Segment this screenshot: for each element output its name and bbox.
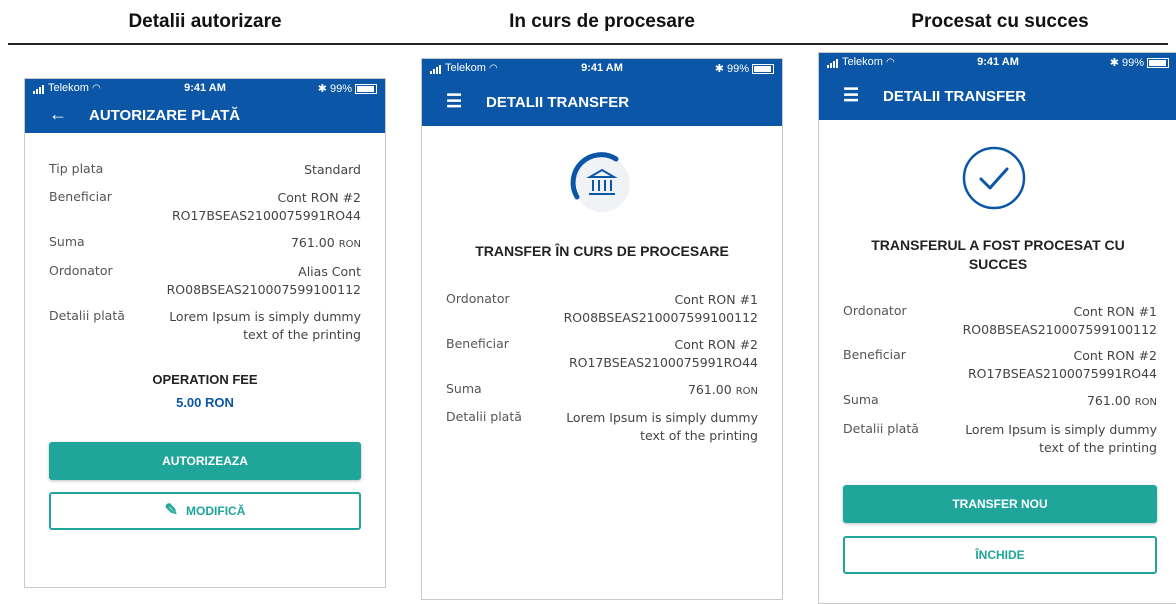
value-details-line1: Lorem Ipsum is simply dummy (965, 422, 1157, 437)
app-bar: ☰ DETALII TRANSFER (819, 72, 1176, 120)
battery-label: 99% (329, 83, 352, 95)
check-circle-icon (962, 146, 1026, 210)
value-ordonator-alias: Alias Cont (298, 264, 361, 279)
currency: RON (1134, 397, 1157, 408)
column-title-processing: In curs de procesare (509, 11, 695, 32)
currency: RON (735, 386, 758, 397)
label-suma: Suma (49, 234, 85, 249)
value-beneficiar-account: Cont RON #2 (277, 190, 361, 205)
bluetooth-icon: ✱ (714, 63, 724, 75)
label-details: Detalii plată (446, 409, 522, 424)
label-suma: Suma (843, 392, 879, 407)
success-heading: TRANSFERUL A FOST PROCESAT CU SUCCES (819, 236, 1176, 274)
processing-heading: TRANSFER ÎN CURS DE PROCESARE (475, 243, 729, 259)
value-ordonator-account: Cont RON #1 (674, 292, 758, 307)
phone-success: Telekom ◠ 9:41 AM ✱ 99% ☰ DETALII TRANSFE… (818, 52, 1176, 604)
value-details-line1: Lorem Ipsum is simply dummy (566, 410, 758, 425)
header-divider (8, 43, 1168, 45)
value-tip: Standard (304, 162, 361, 177)
battery-icon (355, 84, 377, 95)
arrow-left-icon[interactable]: ← (49, 104, 67, 125)
hamburger-menu-icon[interactable]: ☰ (843, 85, 859, 106)
status-bar: Telekom ◠ 9:41 AM ✱ 99% (25, 79, 385, 98)
label-beneficiar: Beneficiar (49, 189, 112, 204)
label-details: Detalii plată (49, 308, 125, 323)
label-suma: Suma (446, 381, 482, 396)
fee-label: OPERATION FEE (152, 372, 258, 387)
value-beneficiar-iban: RO17BSEAS2100075991RO44 (967, 366, 1157, 381)
fee-value: 5.00 RON (176, 395, 234, 410)
pencil-icon: ✎ (164, 502, 179, 519)
new-transfer-button[interactable]: TRANSFER NOU (843, 485, 1157, 523)
value-beneficiar-iban: RO17BSEAS2100075991RO44 (568, 355, 758, 370)
page-title: AUTORIZARE PLATĂ (89, 107, 241, 124)
success-heading-line2: SUCCES (968, 256, 1028, 272)
battery-icon (752, 64, 774, 75)
value-beneficiar-iban: RO17BSEAS2100075991RO44 (171, 208, 361, 223)
value-details-line2: text of the printing (640, 428, 758, 443)
label-beneficiar: Beneficiar (843, 347, 906, 362)
value-details-line2: text of the printing (243, 327, 361, 342)
value-suma: 761.00 (687, 382, 732, 397)
close-button[interactable]: ÎNCHIDE (843, 536, 1157, 574)
label-ordonator: Ordonator (49, 263, 113, 278)
modify-button[interactable]: ✎ MODIFICĂ (49, 492, 361, 530)
value-ordonator-iban: RO08BSEAS210007599100112 (962, 322, 1157, 337)
success-heading-line1: TRANSFERUL A FOST PROCESAT CU (871, 237, 1125, 253)
authorize-button[interactable]: AUTORIZEAZA (49, 442, 361, 480)
value-suma: 761.00 (1086, 393, 1131, 408)
app-bar: ← AUTORIZARE PLATĂ (25, 98, 385, 133)
label-beneficiar: Beneficiar (446, 336, 509, 351)
page-title: DETALII TRANSFER (486, 94, 630, 111)
label-ordonator: Ordonator (446, 291, 510, 306)
status-bar: Telekom ◠ 9:41 AM ✱ 99% (422, 59, 782, 78)
value-details-line1: Lorem Ipsum is simply dummy (169, 309, 361, 324)
value-ordonator-iban: RO08BSEAS210007599100112 (563, 310, 758, 325)
hamburger-menu-icon[interactable]: ☰ (446, 91, 462, 112)
label-ordonator: Ordonator (843, 303, 907, 318)
bluetooth-icon: ✱ (1109, 57, 1119, 69)
phone-authorization: Telekom ◠ 9:41 AM ✱ 99% ← AUTORIZARE PLAT… (24, 78, 386, 588)
value-details-line2: text of the printing (1039, 440, 1157, 455)
battery-label: 99% (726, 63, 749, 75)
label-tip: Tip plata (49, 161, 104, 176)
bluetooth-icon: ✱ (317, 83, 327, 95)
value-suma: 761.00 (290, 235, 335, 250)
value-beneficiar-account: Cont RON #2 (674, 337, 758, 352)
page-title: DETALII TRANSFER (883, 88, 1027, 105)
status-bar: Telekom ◠ 9:41 AM ✱ 99% (819, 53, 1176, 72)
value-ordonator-iban: RO08BSEAS210007599100112 (166, 282, 361, 297)
column-title-success: Procesat cu succes (911, 11, 1089, 32)
currency: RON (338, 239, 361, 250)
label-details: Detalii plată (843, 421, 919, 436)
phone-processing: Telekom ◠ 9:41 AM ✱ 99% ☰ DETALII TRANSFE… (421, 58, 783, 600)
battery-label: 99% (1121, 57, 1144, 69)
app-bar: ☰ DETALII TRANSFER (422, 78, 782, 126)
battery-icon (1147, 58, 1169, 69)
value-ordonator-account: Cont RON #1 (1073, 304, 1157, 319)
modify-label: MODIFICĂ (186, 504, 246, 518)
value-beneficiar-account: Cont RON #2 (1073, 348, 1157, 363)
column-title-authorization: Detalii autorizare (128, 11, 282, 32)
bank-icon (570, 152, 630, 212)
